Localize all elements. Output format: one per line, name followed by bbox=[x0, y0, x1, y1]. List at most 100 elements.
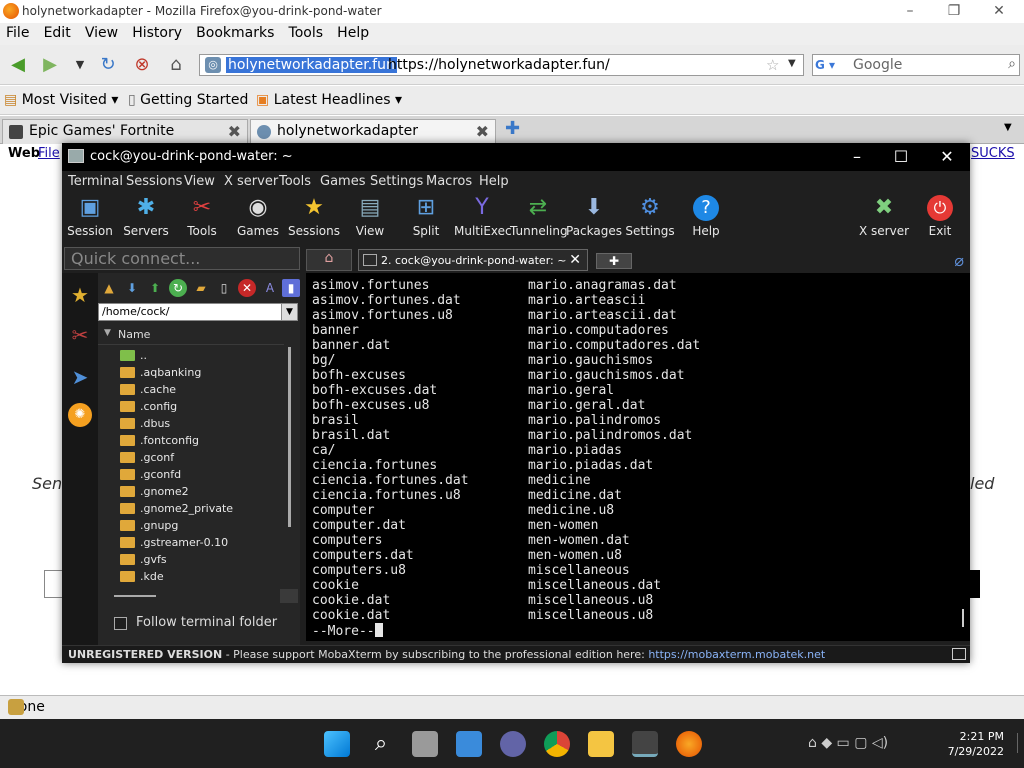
new-tab-button[interactable]: ✚ bbox=[596, 253, 632, 269]
history-dropdown-icon[interactable]: ▼ bbox=[68, 54, 92, 76]
macros-icon[interactable]: ✺ bbox=[68, 403, 92, 427]
file-item[interactable]: .gvfs bbox=[120, 551, 167, 568]
follow-terminal-folder-checkbox[interactable]: Follow terminal folder bbox=[114, 615, 277, 630]
moba-menu-games[interactable]: Games bbox=[320, 174, 365, 189]
file-item[interactable]: .dbus bbox=[120, 415, 170, 432]
home-icon[interactable]: ⌂ bbox=[164, 54, 188, 76]
task-view-icon[interactable] bbox=[412, 731, 438, 757]
bookmark-getting-started[interactable]: ▯ Getting Started bbox=[128, 92, 248, 108]
upload-icon[interactable]: ⬆ bbox=[146, 279, 164, 297]
site-identity-icon[interactable]: ◎ bbox=[205, 57, 221, 73]
bookmark-latest-headlines[interactable]: ▣ Latest Headlines ▾ bbox=[256, 92, 402, 108]
file-item[interactable]: .. bbox=[120, 347, 147, 364]
terminal-tab[interactable]: 2. cock@you-drink-pond-water: ~ ✕ bbox=[358, 249, 588, 271]
view-button[interactable]: ▤ View bbox=[342, 195, 398, 238]
back-arrow-icon[interactable]: ◀ bbox=[6, 54, 30, 76]
file-item[interactable]: .aqbanking bbox=[120, 364, 201, 381]
close-icon[interactable]: ✕ bbox=[987, 2, 1011, 20]
search-box[interactable]: G ▾ Google ⌕ bbox=[812, 54, 1020, 76]
clock[interactable]: 2:21 PM 7/29/2022 bbox=[948, 729, 1004, 759]
windows-start-icon[interactable] bbox=[324, 731, 350, 757]
properties-icon[interactable]: ▮ bbox=[282, 279, 300, 297]
show-desktop-button[interactable] bbox=[1017, 733, 1020, 753]
chat-icon[interactable] bbox=[500, 731, 526, 757]
new-folder-icon[interactable]: ▰ bbox=[192, 279, 210, 297]
monitor-icon[interactable] bbox=[952, 648, 966, 660]
file-item[interactable]: .gnupg bbox=[120, 517, 178, 534]
settings-button[interactable]: ⚙ Settings bbox=[622, 195, 678, 238]
menu-bookmarks[interactable]: Bookmarks bbox=[192, 23, 278, 41]
rename-icon[interactable]: A bbox=[261, 279, 279, 297]
file-explorer-icon[interactable] bbox=[588, 731, 614, 757]
name-column-header[interactable]: ▼ Name bbox=[98, 325, 284, 345]
url-bar[interactable]: ◎ holynetworkadapter.fun https://holynet… bbox=[199, 54, 804, 76]
file-list-hscrollbar[interactable] bbox=[98, 589, 298, 603]
close-tab-icon[interactable]: ✕ bbox=[569, 252, 581, 268]
moba-menu-help[interactable]: Help bbox=[479, 174, 509, 189]
file-item[interactable]: .gconfd bbox=[120, 466, 181, 483]
checkbox-box[interactable] bbox=[114, 617, 127, 630]
file-item[interactable]: .gnome2 bbox=[120, 483, 189, 500]
moba-menu-macros[interactable]: Macros bbox=[426, 174, 472, 189]
split-button[interactable]: ⊞ Split bbox=[398, 195, 454, 238]
stop-icon[interactable]: ⊗ bbox=[130, 54, 154, 76]
servers-button[interactable]: ✱ Servers bbox=[118, 195, 174, 238]
new-file-icon[interactable]: ▯ bbox=[215, 279, 233, 297]
new-tab-icon[interactable]: ✚ bbox=[505, 118, 520, 139]
mobatek-link[interactable]: https://mobaxterm.mobatek.net bbox=[648, 648, 825, 661]
menu-history[interactable]: History bbox=[128, 23, 186, 41]
tab-fortnite[interactable]: Epic Games' Fortnite ✖ bbox=[2, 119, 248, 144]
games-button[interactable]: ◉ Games bbox=[230, 195, 286, 238]
tab-holynetworkadapter[interactable]: holynetworkadapter ✖ bbox=[250, 119, 496, 144]
file-item[interactable]: .fontconfig bbox=[120, 432, 199, 449]
page-file-link[interactable]: File bbox=[38, 146, 60, 161]
delete-icon[interactable]: ✕ bbox=[238, 279, 256, 297]
menu-edit[interactable]: Edit bbox=[40, 23, 75, 41]
google-engine-icon[interactable]: G ▾ bbox=[815, 57, 843, 73]
sessions-star-icon[interactable]: ★ bbox=[66, 277, 94, 313]
moba-menu-xserver[interactable]: X server bbox=[224, 174, 278, 189]
maximize-icon[interactable]: ☐ bbox=[886, 147, 916, 166]
multiexec-button[interactable]: Y MultiExec bbox=[454, 195, 512, 238]
file-item[interactable]: .kde bbox=[120, 568, 164, 585]
moba-menu-terminal[interactable]: Terminal bbox=[68, 174, 123, 189]
forward-arrow-icon[interactable]: ▶ bbox=[38, 54, 62, 76]
scroll-thumb[interactable] bbox=[114, 595, 156, 597]
refresh-icon[interactable]: ↻ bbox=[169, 279, 187, 297]
file-item[interactable]: .gnome2_private bbox=[120, 500, 233, 517]
tunneling-button[interactable]: ⇄ Tunneling bbox=[510, 195, 568, 238]
packages-button[interactable]: ⬇ Packages bbox=[566, 195, 622, 238]
xserver-button[interactable]: ✖ X server bbox=[856, 195, 912, 238]
menu-file[interactable]: File bbox=[2, 23, 33, 41]
maximize-icon[interactable]: ❐ bbox=[942, 2, 966, 20]
bookmark-star-icon[interactable]: ☆ bbox=[766, 56, 779, 74]
path-dropdown-icon[interactable]: ▼ bbox=[281, 304, 297, 320]
moba-menu-sessions[interactable]: Sessions bbox=[126, 174, 182, 189]
mobaxterm-icon[interactable] bbox=[632, 731, 658, 757]
file-item[interactable]: .cache bbox=[120, 381, 176, 398]
close-icon[interactable]: ✕ bbox=[932, 147, 962, 166]
bookmark-most-visited[interactable]: ▤ Most Visited ▾ bbox=[4, 92, 118, 108]
moba-menu-settings[interactable]: Settings bbox=[370, 174, 423, 189]
close-tab-icon[interactable]: ✖ bbox=[228, 122, 241, 141]
chrome-icon[interactable] bbox=[544, 731, 570, 757]
session-button[interactable]: ▣ Session bbox=[62, 195, 118, 238]
search-icon[interactable]: ⌕ bbox=[1008, 56, 1016, 72]
menu-view[interactable]: View bbox=[81, 23, 122, 41]
url-dropdown-icon[interactable]: ▼ bbox=[788, 58, 796, 69]
firefox-icon[interactable] bbox=[676, 731, 702, 757]
close-tab-icon[interactable]: ✖ bbox=[476, 122, 489, 141]
tab-list-icon[interactable]: ▼ bbox=[1004, 122, 1012, 133]
search-icon[interactable]: ⌕ bbox=[368, 731, 394, 757]
tray-icons[interactable]: ⌂ ◆ ▭ ▢ ◁) bbox=[808, 735, 888, 751]
terminal-output[interactable]: asimov.fortunes asimov.fortunes.dat asimov… bbox=[306, 273, 970, 641]
moba-menu-tools[interactable]: Tools bbox=[279, 174, 311, 189]
exit-button[interactable]: ⏻ Exit bbox=[912, 195, 968, 238]
moba-menu-view[interactable]: View bbox=[184, 174, 215, 189]
widgets-icon[interactable] bbox=[456, 731, 482, 757]
menu-tools[interactable]: Tools bbox=[285, 23, 328, 41]
scroll-thumb[interactable] bbox=[288, 347, 291, 527]
file-item[interactable]: .gconf bbox=[120, 449, 174, 466]
help-button[interactable]: ? Help bbox=[678, 195, 734, 238]
quick-connect-input[interactable]: Quick connect... bbox=[64, 247, 300, 270]
